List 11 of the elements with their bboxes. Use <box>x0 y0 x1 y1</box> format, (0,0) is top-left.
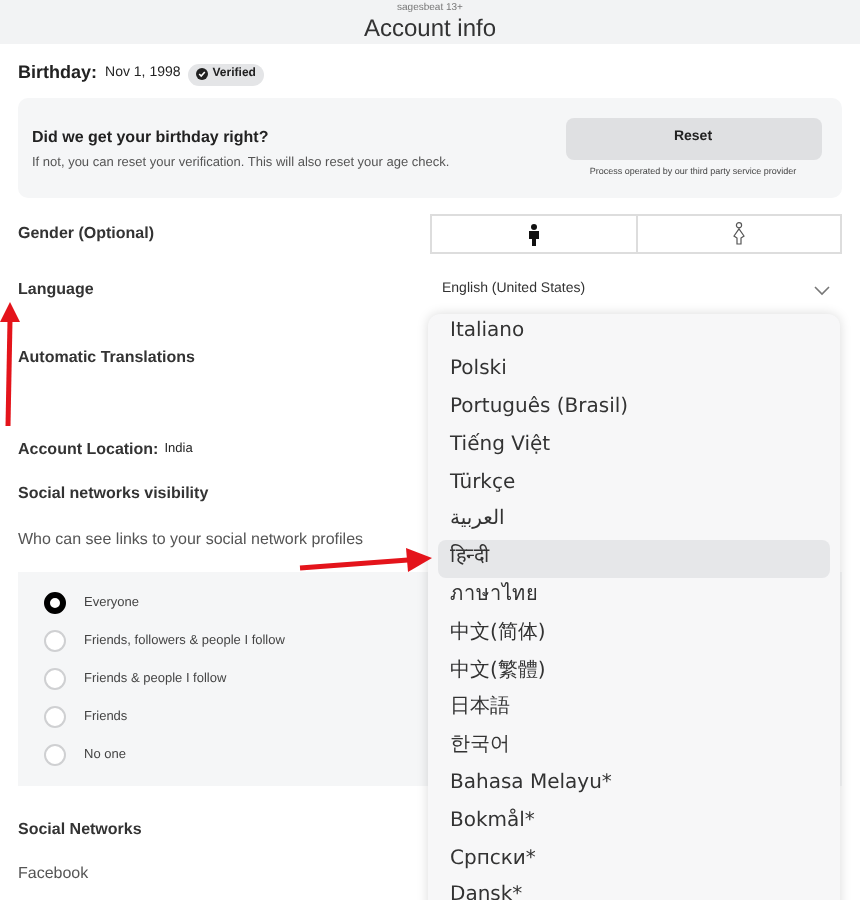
birthday-label: Birthday: <box>18 60 98 87</box>
section-title: Social networks visibility <box>18 482 209 506</box>
gender-label: Gender (Optional) <box>18 222 154 246</box>
location-label: Account Location: <box>18 438 159 462</box>
language-label: Language <box>18 278 94 302</box>
section-title: Social Networks <box>18 818 142 842</box>
page-title: Account info <box>363 14 497 42</box>
visibility-question: Who can see links to your social network profiles <box>18 528 364 552</box>
translations-label: Automatic Translations <box>18 346 195 370</box>
card-title: Did we get your birthday right? <box>32 125 271 149</box>
network-name: Facebook <box>18 862 89 886</box>
